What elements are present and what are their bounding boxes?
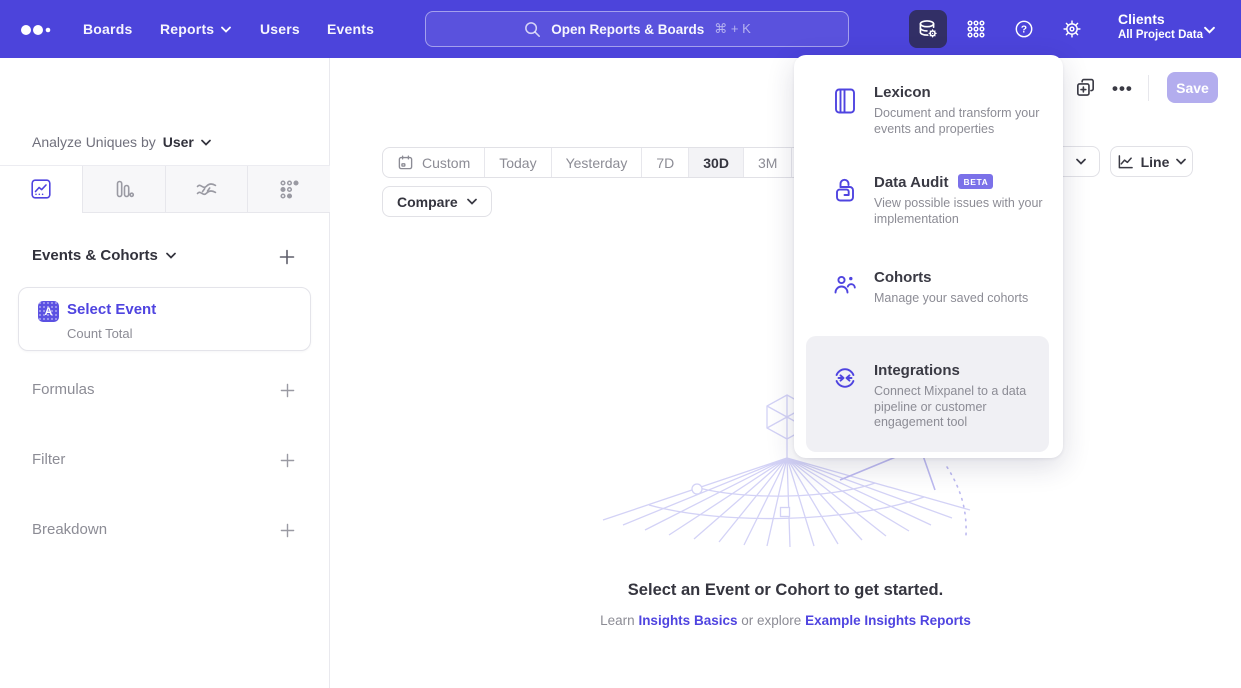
breakdown-label: Breakdown [32, 521, 107, 538]
empty-state-title: Select an Event or Cohort to get started… [330, 581, 1241, 600]
search-icon [523, 20, 541, 38]
chevron-down-icon [166, 252, 176, 259]
select-event-label: Select Event [67, 301, 156, 318]
add-breakdown-button[interactable] [276, 519, 298, 541]
chart-style-dropdown[interactable]: Line [1110, 146, 1193, 177]
integrations-sync-icon [832, 364, 858, 431]
menu-item-data-audit[interactable]: Data Audit BETA View possible issues wit… [794, 174, 1063, 227]
analyze-uniques-selector[interactable]: Analyze Uniques by User [32, 134, 211, 150]
nav-boards[interactable]: Boards [83, 21, 132, 37]
mixpanel-logo-icon[interactable] [20, 24, 52, 36]
nav-users[interactable]: Users [260, 21, 300, 37]
date-range-3m[interactable]: 3M [744, 148, 792, 177]
help-icon: ? [1013, 18, 1035, 40]
data-management-menu: Lexicon Document and transform your even… [794, 55, 1063, 458]
chart-type-tabs [0, 165, 330, 213]
gear-icon [1061, 18, 1083, 40]
header-divider [1148, 75, 1149, 101]
empty-state-links: Learn Insights Basics or explore Example… [330, 613, 1241, 628]
menu-item-title: Cohorts [874, 269, 1074, 286]
chevron-down-icon [1176, 158, 1186, 165]
project-selector[interactable]: Clients All Project Data [1118, 11, 1203, 43]
formulas-label: Formulas [32, 381, 95, 398]
top-navigation: Boards Reports Users Events Open Reports… [0, 0, 1241, 58]
events-cohorts-header[interactable]: Events & Cohorts [32, 247, 176, 264]
data-management-button[interactable] [909, 10, 947, 48]
search-placeholder: Open Reports & Boards [551, 22, 704, 37]
tab-stacked-chart[interactable] [166, 166, 249, 212]
date-range-control: Custom Today Yesterday 7D 30D 3M 6M [382, 147, 841, 178]
date-range-30d[interactable]: 30D [689, 148, 744, 177]
menu-item-title: Integrations [874, 362, 1046, 379]
event-badge: A [38, 301, 59, 322]
plus-icon [280, 523, 295, 538]
save-button[interactable]: Save [1167, 72, 1218, 103]
duplicate-button[interactable] [1074, 76, 1097, 99]
example-reports-link[interactable]: Example Insights Reports [805, 613, 971, 628]
duplicate-icon [1074, 76, 1097, 99]
plus-icon [279, 249, 295, 265]
chevron-down-icon [1204, 26, 1215, 34]
plus-icon [280, 453, 295, 468]
lexicon-book-icon [832, 86, 858, 137]
tab-line-chart[interactable] [0, 166, 83, 212]
line-chart-icon [30, 178, 52, 200]
add-formula-button[interactable] [276, 379, 298, 401]
chevron-down-icon [201, 139, 211, 146]
date-range-today[interactable]: Today [485, 148, 551, 177]
menu-item-description: Manage your saved cohorts [874, 291, 1074, 307]
cohorts-people-icon [832, 271, 858, 307]
calendar-icon [397, 154, 414, 171]
chevron-down-icon [467, 198, 477, 205]
middle-text: or explore [741, 613, 801, 628]
filter-label: Filter [32, 451, 65, 468]
analyze-value: User [163, 134, 194, 150]
insights-basics-link[interactable]: Insights Basics [638, 613, 737, 628]
menu-item-description: Document and transform your events and p… [874, 106, 1046, 137]
help-button[interactable]: ? [1005, 10, 1043, 48]
chevron-down-icon [221, 26, 231, 33]
settings-button[interactable] [1053, 10, 1091, 48]
database-gear-icon [916, 17, 940, 41]
compare-button[interactable]: Compare [382, 186, 492, 217]
plus-icon [280, 383, 295, 398]
tab-bar-chart[interactable] [83, 166, 166, 212]
apps-grid-icon [965, 18, 987, 40]
bar-chart-icon [113, 178, 135, 200]
ellipsis-icon: ••• [1112, 79, 1133, 98]
add-filter-button[interactable] [276, 449, 298, 471]
data-audit-icon [832, 176, 858, 227]
more-options-button[interactable]: ••• [1112, 79, 1133, 99]
menu-item-lexicon[interactable]: Lexicon Document and transform your even… [794, 84, 1063, 137]
menu-item-integrations[interactable]: Integrations Connect Mixpanel to a data … [794, 362, 1063, 431]
stacked-waves-icon [195, 178, 218, 201]
tab-metric-grid[interactable] [248, 166, 330, 212]
menu-item-title: Lexicon [874, 84, 1046, 101]
dots-grid-icon [278, 178, 300, 200]
date-range-7d[interactable]: 7D [642, 148, 689, 177]
svg-text:?: ? [1021, 25, 1027, 36]
beta-badge: BETA [958, 174, 993, 189]
date-range-yesterday[interactable]: Yesterday [552, 148, 643, 177]
query-builder-sidebar: Analyze Uniques by User [0, 58, 330, 688]
search-input[interactable]: Open Reports & Boards ⌘ + K [425, 11, 849, 47]
add-event-button[interactable] [276, 246, 298, 268]
line-style-icon [1117, 154, 1134, 170]
count-total-label[interactable]: Count Total [67, 326, 133, 341]
learn-prefix: Learn [600, 613, 635, 628]
event-card[interactable]: A Select Event Count Total [18, 287, 311, 351]
menu-item-cohorts[interactable]: Cohorts Manage your saved cohorts [794, 269, 1063, 307]
analyze-label: Analyze Uniques by [32, 134, 156, 150]
apps-grid-button[interactable] [957, 10, 995, 48]
org-name: Clients [1118, 11, 1203, 28]
menu-item-description: Connect Mixpanel to a data pipeline or c… [874, 384, 1046, 431]
chevron-down-icon [1076, 158, 1086, 165]
project-name: All Project Data [1118, 28, 1203, 43]
nav-reports[interactable]: Reports [160, 21, 231, 37]
menu-item-description: View possible issues with your implement… [874, 196, 1074, 227]
nav-events[interactable]: Events [327, 21, 374, 37]
date-range-custom[interactable]: Custom [383, 148, 485, 177]
menu-item-title: Data Audit [874, 174, 948, 191]
search-shortcut: ⌘ + K [714, 21, 751, 37]
